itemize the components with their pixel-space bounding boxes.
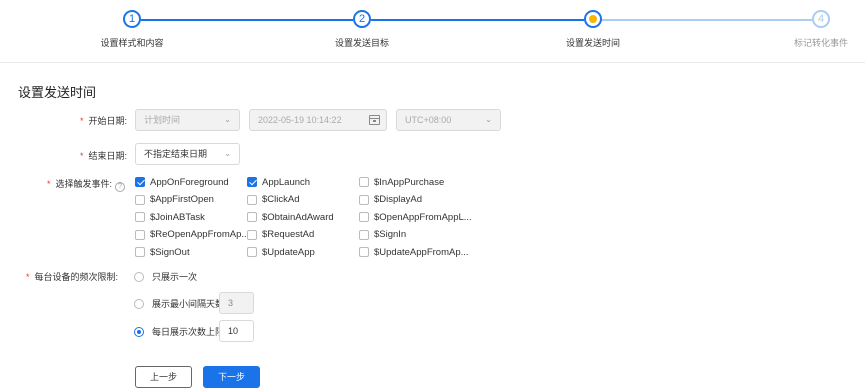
- event-label: $AppFirstOpen: [150, 194, 214, 205]
- event-label: $SignIn: [374, 229, 407, 240]
- event-checkbox[interactable]: $InAppPurchase: [359, 175, 444, 189]
- checkbox-unchecked[interactable]: [359, 177, 369, 187]
- event-checkbox[interactable]: $UpdateApp: [247, 245, 315, 259]
- event-checkbox[interactable]: $ClickAd: [247, 193, 300, 207]
- event-label: $OpenAppFromAppL...: [374, 211, 472, 223]
- event-label: $JoinABTask: [150, 211, 205, 223]
- start-type-select[interactable]: 计划时间 ⌄: [135, 109, 240, 131]
- event-checkbox[interactable]: AppOnForeground: [135, 175, 229, 189]
- event-checkbox[interactable]: $SignIn: [359, 228, 406, 242]
- step-4-label: 标记转化事件: [793, 38, 849, 48]
- end-date-value: 不指定结束日期: [144, 149, 208, 159]
- step-1-label: 设置样式和内容: [100, 38, 164, 48]
- timezone-value: UTC+08:00: [405, 115, 452, 125]
- daily-limit-input[interactable]: 10: [219, 320, 254, 342]
- required-mark: *: [80, 116, 84, 126]
- start-datetime-picker[interactable]: 2022-05-19 10:14:22: [249, 109, 387, 131]
- start-type-value: 计划时间: [144, 115, 181, 125]
- event-label: $DisplayAd: [374, 194, 423, 205]
- progress-stepper: 1 2 4 设置样式和内容 设置发送目标 设置发送时间 标记转化事件: [0, 0, 865, 62]
- checkbox-checked[interactable]: [247, 177, 257, 187]
- min-interval-days-input[interactable]: 3: [219, 292, 254, 314]
- calendar-icon: [369, 115, 380, 125]
- step-connector: [371, 19, 584, 21]
- event-checkbox[interactable]: $JoinABTask: [135, 210, 205, 224]
- step-connector: [141, 19, 353, 21]
- event-checkbox[interactable]: $ObtainAdAward: [247, 210, 334, 224]
- checkbox-checked[interactable]: [135, 177, 145, 187]
- frequency-label-text: 每台设备的频次限制:: [34, 272, 119, 282]
- start-datetime-value: 2022-05-19 10:14:22: [258, 115, 342, 125]
- frequency-option-min-interval[interactable]: 展示最小间隔天数: [134, 297, 224, 310]
- event-label: AppLaunch: [262, 176, 311, 188]
- event-checkbox[interactable]: $OpenAppFromAppL...: [359, 210, 472, 224]
- daily-limit-value: 10: [228, 326, 239, 336]
- timezone-select[interactable]: UTC+08:00 ⌄: [396, 109, 501, 131]
- next-step-button[interactable]: 下一步: [203, 366, 260, 388]
- required-mark: *: [26, 272, 30, 282]
- checkbox-unchecked[interactable]: [359, 194, 369, 205]
- trigger-events-label-text: 选择触发事件:: [55, 179, 113, 189]
- event-label: $SignOut: [150, 246, 190, 258]
- radio-button[interactable]: [134, 326, 144, 337]
- checkbox-unchecked[interactable]: [359, 247, 369, 257]
- required-mark: *: [80, 151, 84, 161]
- end-date-label: * 结束日期:: [80, 149, 127, 162]
- header-divider: [0, 62, 865, 63]
- event-checkbox[interactable]: $ReOpenAppFromAp...: [135, 228, 249, 242]
- end-date-select[interactable]: 不指定结束日期 ⌄: [135, 143, 240, 165]
- chevron-down-icon: ⌄: [224, 149, 231, 158]
- help-icon[interactable]: ?: [115, 182, 126, 192]
- frequency-option-daily-limit[interactable]: 每日展示次数上限: [134, 325, 224, 338]
- event-label: $UpdateAppFromAp...: [374, 246, 469, 258]
- event-label: $UpdateApp: [262, 246, 315, 258]
- start-date-label-text: 开始日期:: [88, 116, 128, 126]
- event-checkbox[interactable]: $RequestAd: [247, 228, 314, 242]
- radio-button[interactable]: [134, 271, 144, 282]
- start-date-label: * 开始日期:: [80, 114, 127, 127]
- event-label: $ReOpenAppFromAp...: [150, 229, 250, 240]
- chevron-down-icon: ⌄: [224, 115, 231, 124]
- checkbox-unchecked[interactable]: [247, 194, 257, 205]
- event-checkbox[interactable]: $AppFirstOpen: [135, 193, 214, 207]
- radio-label: 只展示一次: [152, 272, 198, 282]
- end-date-label-text: 结束日期:: [88, 151, 128, 161]
- event-label: $RequestAd: [262, 229, 315, 240]
- trigger-events-label: * 选择触发事件:?: [47, 177, 126, 192]
- step-3-current-circle[interactable]: [584, 10, 602, 28]
- checkbox-unchecked[interactable]: [247, 212, 257, 222]
- checkbox-unchecked[interactable]: [135, 229, 145, 240]
- step-connector: [602, 19, 812, 21]
- step-2-circle[interactable]: 2: [353, 10, 371, 28]
- prev-step-button[interactable]: 上一步: [135, 366, 192, 388]
- event-checkbox[interactable]: $SignOut: [135, 245, 190, 259]
- step-2-label: 设置发送目标: [334, 38, 390, 48]
- required-mark: *: [47, 179, 51, 189]
- radio-label: 每日展示次数上限: [152, 327, 225, 337]
- checkbox-unchecked[interactable]: [359, 212, 369, 222]
- radio-label: 展示最小间隔天数: [152, 299, 225, 309]
- checkbox-unchecked[interactable]: [135, 194, 145, 205]
- min-interval-days-value: 3: [228, 298, 234, 308]
- frequency-option-once[interactable]: 只展示一次: [134, 270, 197, 283]
- checkbox-unchecked[interactable]: [359, 229, 369, 240]
- radio-button[interactable]: [134, 298, 144, 309]
- checkbox-unchecked[interactable]: [135, 247, 145, 257]
- event-label: $ObtainAdAward: [262, 211, 334, 223]
- event-checkbox[interactable]: $UpdateAppFromAp...: [359, 245, 469, 259]
- page-title: 设置发送时间: [18, 85, 97, 100]
- step-4-circle[interactable]: 4: [812, 10, 830, 28]
- step-3-label: 设置发送时间: [565, 38, 621, 48]
- checkbox-unchecked[interactable]: [247, 247, 257, 257]
- event-checkbox[interactable]: $DisplayAd: [359, 193, 422, 207]
- event-label: AppOnForeground: [150, 176, 229, 188]
- event-label: $InAppPurchase: [374, 176, 445, 188]
- event-checkbox[interactable]: AppLaunch: [247, 175, 310, 189]
- chevron-down-icon: ⌄: [485, 115, 492, 124]
- frequency-label: * 每台设备的频次限制:: [26, 270, 118, 283]
- checkbox-unchecked[interactable]: [247, 229, 257, 240]
- event-label: $ClickAd: [262, 194, 300, 205]
- checkbox-unchecked[interactable]: [135, 212, 145, 222]
- step-1-circle[interactable]: 1: [123, 10, 141, 28]
